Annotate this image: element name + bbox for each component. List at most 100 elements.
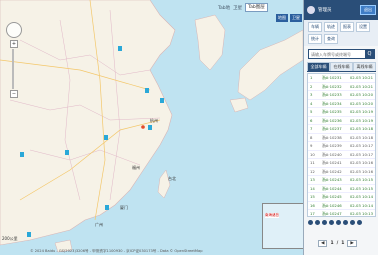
- vehicle-marker[interactable]: [148, 125, 152, 130]
- vehicle-time: 02-03 10:18: [349, 134, 373, 140]
- vehicle-row[interactable]: 15 浙A·10245 02-03 10:14: [308, 193, 375, 202]
- vehicle-id: 3: [310, 92, 313, 97]
- vehicle-id: 6: [310, 117, 313, 123]
- vehicle-id: 5: [310, 109, 313, 114]
- map-canvas[interactable]: 杭州 福州 厦门 广州 台北 Tab地 卫星 Tab图层 地图 卫星 + − 2…: [0, 0, 303, 255]
- tool-icon[interactable]: [336, 220, 341, 225]
- vehicle-row[interactable]: 8 浙A·10238 02-03 10:18: [308, 134, 375, 142]
- zoom-out-icon[interactable]: −: [10, 90, 18, 98]
- menu-item[interactable]: 统计: [308, 34, 322, 44]
- vehicle-row[interactable]: 3 浙A·10233 02-03 10:20: [308, 91, 375, 100]
- tool-icon[interactable]: [357, 220, 362, 225]
- tool-icon[interactable]: [308, 220, 313, 225]
- place-label: 广州: [95, 222, 103, 227]
- vehicle-list[interactable]: 1 浙A·10231 02-03 10:21 2 浙A·10232 02-03 10:21…: [307, 73, 376, 217]
- scale-bar: 200公里: [2, 236, 18, 241]
- satellite-mode-button[interactable]: 卫星: [290, 14, 302, 22]
- vehicle-name: 浙A·10245: [322, 194, 342, 199]
- place-label: 厦门: [120, 205, 128, 210]
- tool-icon[interactable]: [322, 220, 327, 225]
- vehicle-marker[interactable]: [160, 98, 164, 103]
- vehicle-row[interactable]: 17 浙A·10247 02-03 10:13: [308, 210, 375, 216]
- vehicle-marker[interactable]: [20, 152, 24, 157]
- current-page: 1: [330, 241, 334, 246]
- vehicle-tabs: 全部车辆 在线车辆 离线车辆: [307, 62, 376, 72]
- vehicle-id: 8: [310, 134, 313, 140]
- menu-item[interactable]: 轨迹: [324, 22, 338, 32]
- map-label-1[interactable]: Tab地: [218, 5, 230, 11]
- user-avatar-icon: [307, 6, 315, 14]
- vehicle-name: 浙A·10244: [322, 185, 342, 191]
- vehicle-name: 浙A·10235: [322, 109, 342, 114]
- menu-item[interactable]: 车辆: [308, 22, 322, 32]
- vehicle-name: 浙A·10234: [322, 100, 342, 106]
- vehicle-row[interactable]: 14 浙A·10244 02-03 10:15: [308, 185, 375, 193]
- vehicle-id: 15: [310, 194, 315, 199]
- vehicle-row[interactable]: 11 浙A·10241 02-03 10:16: [308, 159, 375, 168]
- layer-select[interactable]: Tab图层: [245, 3, 268, 12]
- tool-icon[interactable]: [343, 220, 348, 225]
- vehicle-row[interactable]: 10 浙A·10240 02-03 10:17: [308, 151, 375, 159]
- vehicle-time: 02-03 10:21: [349, 83, 373, 89]
- vehicle-row[interactable]: 5 浙A·10235 02-03 10:19: [308, 108, 375, 117]
- vehicle-row[interactable]: 4 浙A·10234 02-03 10:20: [308, 100, 375, 108]
- vehicle-name: 浙A·10247: [322, 211, 342, 216]
- map-label-2[interactable]: 卫星: [233, 5, 242, 11]
- vehicle-name: 浙A·10242: [322, 168, 342, 174]
- vehicle-row[interactable]: 6 浙A·10236 02-03 10:19: [308, 117, 375, 125]
- vehicle-time: 02-03 10:20: [349, 100, 373, 106]
- vehicle-row[interactable]: 7 浙A·10237 02-03 10:18: [308, 125, 375, 134]
- tab-all[interactable]: 全部车辆: [307, 62, 330, 71]
- pan-control-icon[interactable]: [6, 22, 22, 38]
- vehicle-row[interactable]: 13 浙A·10243 02-03 10:15: [308, 176, 375, 185]
- logout-button[interactable]: 退出: [360, 5, 376, 15]
- menu-item[interactable]: 设置: [356, 22, 370, 32]
- vehicle-id: 7: [310, 126, 313, 131]
- vehicle-name: 浙A·10240: [322, 151, 342, 157]
- zoom-control: + −: [10, 40, 18, 100]
- vehicle-name: 浙A·10239: [322, 143, 342, 148]
- vehicle-time: 02-03 10:16: [349, 160, 373, 165]
- vehicle-time: 02-03 10:21: [349, 75, 373, 80]
- panel-menu: 车辆 轨迹 报表 设置 统计 查询: [304, 20, 378, 46]
- vehicle-marker[interactable]: [105, 205, 109, 210]
- vehicle-marker[interactable]: [118, 46, 122, 51]
- vehicle-time: 02-03 10:19: [349, 109, 373, 114]
- map-mode-buttons: 地图 卫星: [276, 14, 302, 22]
- tab-offline[interactable]: 离线车辆: [353, 62, 376, 71]
- search-icon[interactable]: Q: [365, 50, 374, 58]
- vehicle-row[interactable]: 9 浙A·10239 02-03 10:17: [308, 142, 375, 151]
- panel-header: 管理员 退出: [304, 0, 378, 20]
- map-copyright: © 2024 Baidu - GS(2023)3206号 - 甲测资字11009…: [30, 249, 203, 253]
- vehicle-marker[interactable]: [145, 88, 149, 93]
- vehicle-name: 浙A·10233: [322, 92, 342, 97]
- user-name: 管理员: [318, 8, 332, 13]
- tab-online[interactable]: 在线车辆: [330, 62, 353, 71]
- menu-item[interactable]: 报表: [340, 22, 354, 32]
- tool-icon[interactable]: [329, 220, 334, 225]
- vehicle-id: 14: [310, 185, 315, 191]
- tool-icon[interactable]: [350, 220, 355, 225]
- vehicle-marker[interactable]: [27, 232, 31, 237]
- next-page-icon[interactable]: ▶: [347, 240, 357, 247]
- vehicle-name: 浙A·10236: [322, 117, 342, 123]
- prev-page-icon[interactable]: ◀: [318, 240, 328, 247]
- tool-icon[interactable]: [315, 220, 320, 225]
- vehicle-row[interactable]: 12 浙A·10242 02-03 10:16: [308, 168, 375, 176]
- vehicle-id: 12: [310, 168, 315, 174]
- map-mode-button[interactable]: 地图: [276, 14, 288, 22]
- vehicle-panel: 管理员 退出 车辆 轨迹 报表 设置 统计 查询 Q 全部车辆 在线车辆 离线车…: [303, 0, 378, 255]
- vehicle-id: 13: [310, 177, 315, 182]
- vehicle-row[interactable]: 2 浙A·10232 02-03 10:21: [308, 83, 375, 91]
- search-input[interactable]: [309, 50, 365, 58]
- vehicle-time: 02-03 10:14: [349, 202, 373, 208]
- vehicle-marker[interactable]: [104, 135, 108, 140]
- zoom-slider[interactable]: [12, 49, 14, 89]
- vehicle-row[interactable]: 1 浙A·10231 02-03 10:21: [308, 74, 375, 83]
- zoom-in-icon[interactable]: +: [10, 40, 18, 48]
- menu-item[interactable]: 查询: [324, 34, 338, 44]
- place-label: 台北: [168, 176, 176, 181]
- pagination: ◀ 1 / 1 ▶: [318, 240, 357, 247]
- vehicle-row[interactable]: 16 浙A·10246 02-03 10:14: [308, 202, 375, 210]
- vehicle-marker[interactable]: [65, 150, 69, 155]
